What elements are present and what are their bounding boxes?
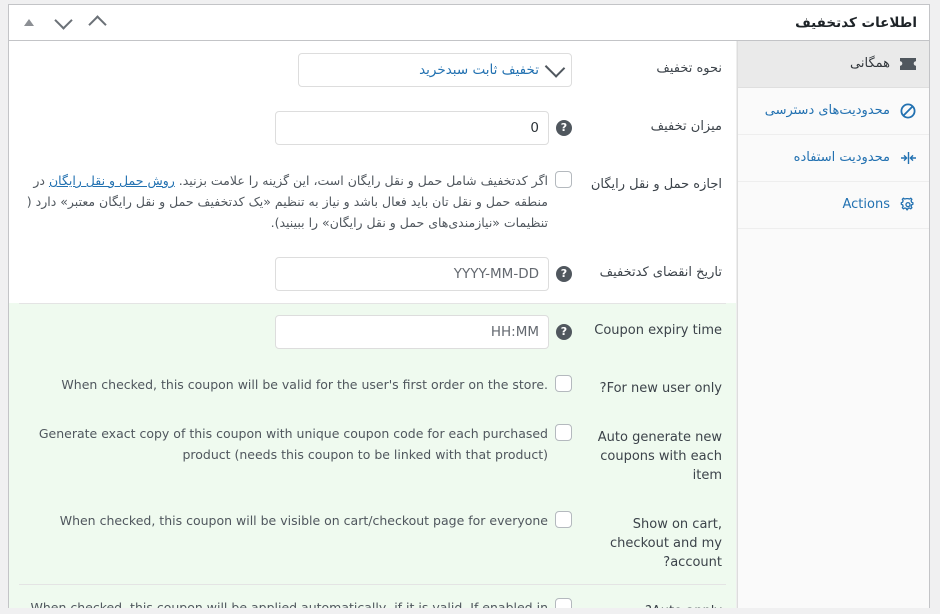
auto-apply-checkbox[interactable]: [555, 598, 572, 608]
new-user-only-description: When checked, this coupon will be valid …: [61, 377, 548, 392]
usage-limit-icon: [899, 149, 917, 167]
move-down-icon[interactable]: [53, 11, 73, 33]
expiry-date-label: تاریخ انقضای کدتخفیف: [599, 265, 722, 280]
coupon-general-options: نحوه تخفیف تخفیف ثابت سبدخرید میزان تخفی…: [9, 41, 736, 608]
row-discount-type: نحوه تخفیف تخفیف ثابت سبدخرید: [9, 41, 736, 99]
tab-actions-label: Actions: [842, 197, 891, 212]
page-title: اطلاعات کدتخفیف: [795, 14, 917, 31]
move-up-icon[interactable]: [87, 13, 107, 34]
free-shipping-desc-before: اگر کدتخفیف شامل حمل و نقل رایگان است، ا…: [174, 173, 548, 188]
tab-access-restriction[interactable]: محدودیت‌های دسترسی: [737, 88, 929, 135]
discount-type-select[interactable]: تخفیف ثابت سبدخرید: [298, 53, 572, 87]
show-on-cart-checkbox[interactable]: [555, 511, 572, 528]
auto-generate-description: Generate exact copy of this coupon with …: [38, 426, 548, 462]
ticket-icon: [899, 55, 917, 73]
chevron-down-icon: [544, 57, 566, 78]
coupon-data-postbox: اطلاعات کدتخفیف همگانی: [8, 4, 930, 608]
row-free-shipping: اجازه حمل و نقل رایگان اگر کدتخفیف شامل …: [9, 157, 736, 245]
help-icon-expiry-time[interactable]: ?: [556, 324, 572, 340]
block-icon: [899, 102, 917, 120]
handle-actions: [19, 11, 107, 34]
auto-generate-checkbox[interactable]: [555, 424, 572, 441]
free-shipping-label: اجازه حمل و نقل رایگان: [590, 177, 722, 192]
help-icon-expiry-date[interactable]: ?: [556, 266, 572, 282]
discount-type-label: نحوه تخفیف: [656, 61, 722, 76]
coupon-amount-input[interactable]: [275, 111, 549, 145]
row-expiry-date: تاریخ انقضای کدتخفیف ?: [9, 245, 736, 303]
new-user-only-label: For new user only?: [599, 381, 722, 396]
free-shipping-method-link[interactable]: روش حمل و نقل رایگان: [49, 173, 175, 188]
expiry-time-input[interactable]: [275, 315, 549, 349]
free-shipping-description: اگر کدتخفیف شامل حمل و نقل رایگان است، ا…: [23, 169, 548, 233]
tab-usage-restriction[interactable]: محدودیت استفاده: [737, 135, 929, 182]
order-higher-icon[interactable]: [19, 13, 39, 33]
expiry-time-label: Coupon expiry time: [594, 323, 722, 338]
row-auto-generate-coupons: Auto generate new coupons with each item…: [9, 410, 736, 497]
discount-type-value: تخفیف ثابت سبدخرید: [419, 62, 539, 78]
coupon-amount-label: میزان تخفیف: [650, 119, 722, 134]
auto-generate-label: Auto generate new coupons with each item: [597, 430, 722, 483]
tab-general-label: همگانی: [850, 56, 890, 71]
gear-icon: [899, 196, 917, 214]
help-icon-coupon-amount[interactable]: ?: [556, 120, 572, 136]
show-on-cart-description: When checked, this coupon will be visibl…: [59, 513, 548, 528]
postbox-header: اطلاعات کدتخفیف: [9, 5, 929, 41]
row-expiry-time: Coupon expiry time ?: [9, 303, 736, 361]
auto-apply-label: Auto apply?: [572, 596, 722, 608]
coupon-data-tabs: همگانی محدودیت‌های دسترسی: [736, 41, 929, 608]
auto-apply-description: When checked, this coupon will be applie…: [30, 600, 548, 608]
show-on-cart-label: Show on cart, checkout and my account?: [610, 517, 722, 570]
row-auto-apply: Auto apply? When checked, this coupon wi…: [9, 584, 736, 608]
row-new-user-only: For new user only? When checked, this co…: [9, 361, 736, 410]
tab-general[interactable]: همگانی: [737, 41, 929, 88]
tab-access-restriction-label: محدودیت‌های دسترسی: [764, 103, 890, 118]
row-coupon-amount: میزان تخفیف ?: [9, 99, 736, 157]
coupon-data-panel: همگانی محدودیت‌های دسترسی: [9, 41, 929, 608]
row-show-on-cart: Show on cart, checkout and my account? W…: [9, 497, 736, 584]
tab-usage-restriction-label: محدودیت استفاده: [793, 150, 890, 165]
free-shipping-checkbox[interactable]: [555, 171, 572, 188]
tab-actions[interactable]: Actions: [737, 182, 929, 229]
new-user-only-checkbox[interactable]: [555, 375, 572, 392]
expiry-date-input[interactable]: [275, 257, 549, 291]
